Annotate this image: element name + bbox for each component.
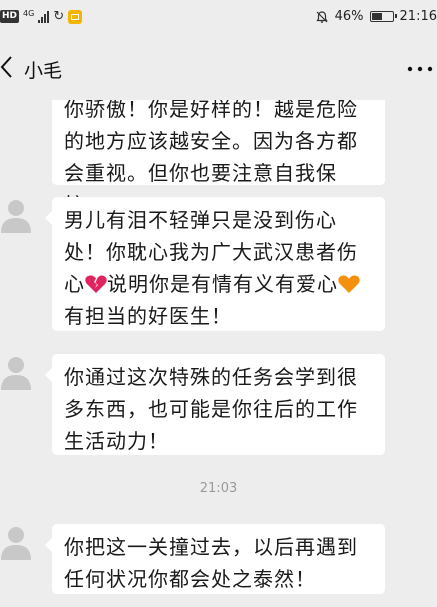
battery-icon (369, 11, 397, 22)
avatar-icon[interactable] (0, 524, 32, 562)
status-right: 46% 21:16 (315, 9, 437, 24)
message-text: 有担当的好医生！ (64, 304, 232, 328)
battery-percent: 46% (334, 9, 364, 24)
message-bubble[interactable]: 你把这一关撞过去，以后再遇到任何状况你都会处之泰然！ (45, 524, 385, 594)
broken-heart-icon (85, 275, 107, 293)
chat-message-list[interactable]: 你骄傲！你是好样的！越是危险的地方应该越安全。因为各方都会重视。但你也要注意自我… (0, 100, 437, 607)
message-bubble[interactable]: 男儿有泪不轻弹只是没到伤心处！你耽心我为广大武汉患者伤心 说明你是有情有义有爱心… (45, 197, 385, 331)
mail-app-icon (68, 9, 83, 24)
battery-fill (371, 13, 382, 20)
avatar-icon[interactable] (0, 354, 32, 392)
status-left: HD 4G ↻ (0, 8, 83, 24)
status-time: 21:16 (399, 9, 437, 24)
signal-icon (38, 10, 50, 23)
chat-header: 小毛 (0, 36, 437, 100)
status-bar: HD 4G ↻ 46% 21:16 (0, 0, 437, 36)
avatar-icon[interactable] (0, 197, 32, 235)
sync-icon: ↻ (53, 9, 65, 24)
network-type: 4G (23, 8, 35, 18)
message-text: 你通过这次特殊的任务会学到很多东西，也可能是你往后的工作生活动力！ (64, 365, 358, 453)
chat-timestamp: 21:03 (199, 481, 238, 496)
message-bubble[interactable]: 你通过这次特殊的任务会学到很多东西，也可能是你往后的工作生活动力！ (45, 354, 385, 455)
more-options-icon[interactable] (407, 66, 433, 72)
message-text: 你把这一关撞过去，以后再遇到任何状况你都会处之泰然！ (64, 535, 358, 591)
back-arrow-icon[interactable] (0, 54, 14, 80)
orange-heart-icon (338, 275, 360, 293)
mute-bell-icon (316, 10, 328, 23)
message-text: 说明你是有情有义有爱心 (107, 272, 338, 296)
hd-badge: HD (0, 10, 20, 23)
message-bubble[interactable]: 你骄傲！你是好样的！越是危险的地方应该越安全。因为各方都会重视。但你也要注意自我… (52, 100, 385, 217)
chat-title: 小毛 (24, 60, 63, 82)
